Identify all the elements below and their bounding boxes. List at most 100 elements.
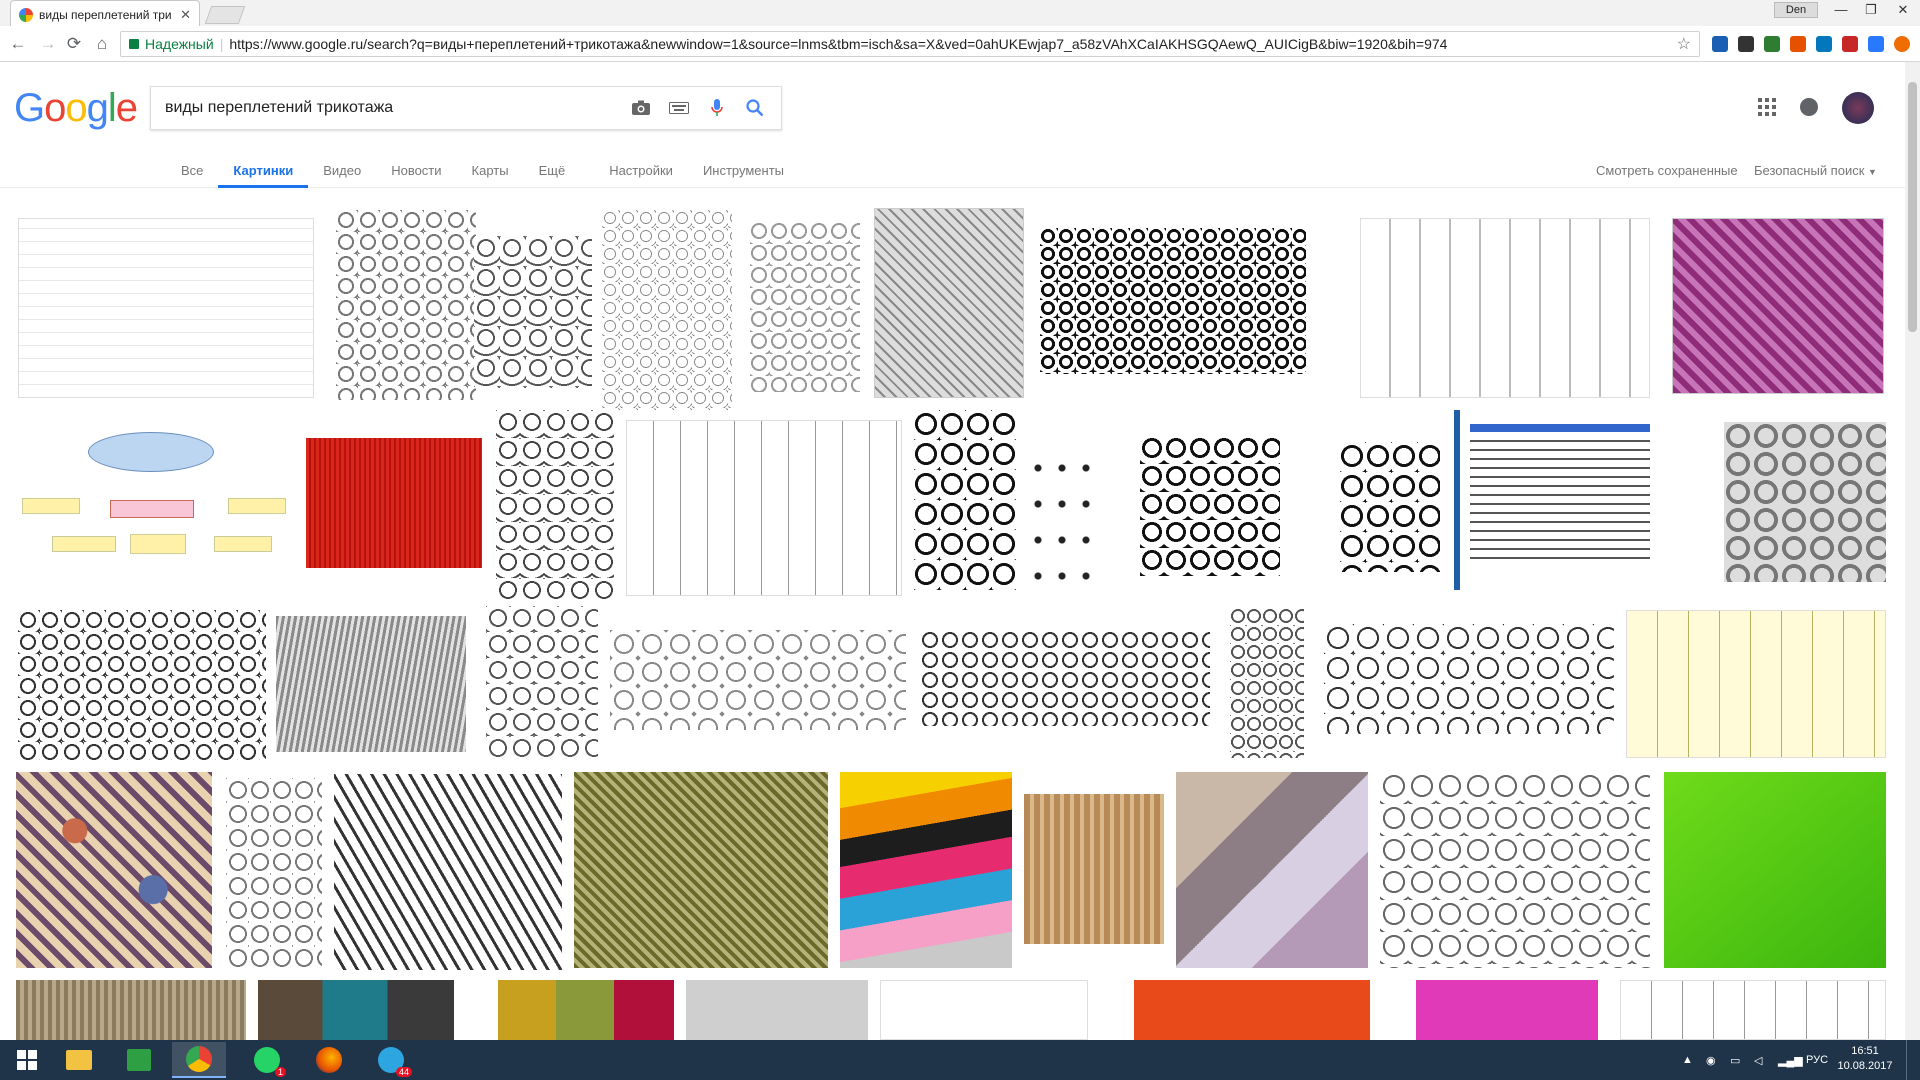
extension-triangle-icon[interactable] [1764, 36, 1780, 52]
extension-shield-icon[interactable] [1738, 36, 1754, 52]
camera-icon[interactable] [629, 96, 653, 120]
image-result-knit-drawing[interactable] [474, 236, 592, 388]
image-result-red-knit[interactable] [306, 438, 482, 568]
tab-news[interactable]: Новости [376, 154, 456, 188]
microphone-icon[interactable] [705, 96, 729, 120]
image-result-paisley-fabric[interactable] [16, 772, 212, 968]
restore-icon[interactable]: ❐ [1856, 0, 1886, 20]
home-icon[interactable]: ⌂ [92, 34, 112, 54]
image-result-yellow-diagram[interactable] [1626, 610, 1886, 758]
scrollbar-thumb[interactable] [1908, 82, 1917, 332]
image-result-pink-fabric[interactable] [1416, 980, 1598, 1040]
image-result-knit-photo[interactable] [16, 980, 246, 1040]
image-result-knit-drawing[interactable] [750, 222, 860, 392]
tray-signal-icon[interactable]: ▂▄▆ [1778, 1040, 1803, 1080]
extension-v-icon[interactable] [1712, 36, 1728, 52]
image-result-knit-drawing[interactable] [602, 210, 732, 410]
image-result-knit-drawing[interactable] [496, 410, 614, 600]
extension-gift-icon[interactable] [1842, 36, 1858, 52]
keyboard-icon[interactable] [667, 96, 691, 120]
image-result-tree-diagram[interactable] [18, 218, 314, 398]
image-result-metal-mesh[interactable] [276, 616, 466, 752]
tab-settings[interactable]: Настройки [594, 154, 688, 188]
tab-maps[interactable]: Карты [457, 154, 524, 188]
image-result-knit-drawing[interactable] [1324, 624, 1614, 734]
search-icon[interactable] [743, 96, 767, 120]
extension-s-icon[interactable] [1816, 36, 1832, 52]
show-desktop-button[interactable] [1906, 1040, 1914, 1080]
tray-up-arrow-icon[interactable]: ▲ [1682, 1040, 1693, 1080]
close-tab-icon[interactable]: ✕ [180, 7, 191, 23]
image-result-knit-photo[interactable] [874, 208, 1024, 398]
minimize-icon[interactable]: — [1826, 0, 1856, 20]
image-result-text-slide[interactable] [1454, 410, 1670, 590]
google-logo[interactable]: Google [14, 86, 138, 131]
image-result-knit-drawing[interactable] [1140, 436, 1280, 576]
browser-tab[interactable]: виды переплетений три ✕ [10, 0, 200, 28]
back-icon[interactable]: ← [8, 34, 28, 54]
image-result-knit-drawing[interactable] [334, 774, 562, 970]
image-result-knit-drawing[interactable] [336, 210, 476, 400]
search-input[interactable] [165, 99, 615, 117]
image-result-mindmap[interactable] [18, 430, 288, 588]
image-result-fabric-patterns[interactable] [1672, 218, 1884, 394]
image-result-classification-tree[interactable] [1620, 980, 1886, 1040]
bookmark-star-icon[interactable]: ☆ [1677, 34, 1691, 54]
tray-network-icon[interactable]: ◉ [1706, 1040, 1716, 1080]
tray-monitor-icon[interactable]: ▭ [1730, 1040, 1740, 1080]
image-result-knit-drawing[interactable] [226, 778, 322, 968]
tab-images[interactable]: Картинки [218, 154, 309, 188]
image-result-knit-drawing[interactable] [914, 410, 1016, 590]
image-result-fabric-samples[interactable] [498, 980, 674, 1040]
image-result-classification-table[interactable] [1360, 218, 1650, 398]
close-window-icon[interactable]: ✕ [1888, 0, 1918, 20]
notifications-icon[interactable] [1800, 98, 1818, 116]
image-result-knit-drawing[interactable] [920, 630, 1210, 726]
image-result-plated-knit[interactable] [1724, 422, 1886, 582]
image-result-beige-knit[interactable] [1024, 794, 1164, 944]
address-bar[interactable]: Надежный | https://www.google.ru/search?… [120, 31, 1700, 57]
firefox-icon[interactable] [302, 1042, 356, 1078]
image-result-dot-diagram[interactable] [1026, 450, 1106, 580]
store-icon[interactable] [112, 1042, 166, 1078]
image-result-colored-fabrics[interactable] [840, 772, 1012, 968]
image-result-classification-tree[interactable] [626, 420, 902, 596]
tab-all[interactable]: Все [166, 154, 218, 188]
image-result-fabric-pile[interactable] [1176, 772, 1368, 968]
tab-tools[interactable]: Инструменты [688, 154, 799, 188]
taskbar-clock[interactable]: 16:51 10.08.2017 [1825, 1044, 1905, 1074]
image-result-knit-drawing[interactable] [1040, 228, 1306, 374]
image-result-gray-fabric[interactable] [686, 980, 868, 1040]
image-result-orange-knit[interactable] [1134, 980, 1370, 1040]
image-result-fabric-samples[interactable] [258, 980, 454, 1040]
file-explorer-icon[interactable] [52, 1042, 106, 1078]
extension-cloud-icon[interactable] [1868, 36, 1884, 52]
image-result-knit-drawing[interactable] [610, 630, 906, 730]
avatar[interactable] [1842, 92, 1874, 124]
apps-grid-icon[interactable] [1758, 98, 1776, 116]
safe-search-link[interactable]: Безопасный поиск ▼ [1754, 154, 1877, 188]
windows-start-icon[interactable] [0, 1042, 54, 1078]
image-result-olive-knit[interactable] [574, 772, 828, 968]
extension-bag-icon[interactable] [1790, 36, 1806, 52]
image-result-knit-drawing[interactable] [18, 610, 266, 760]
image-result-text-slide[interactable] [880, 980, 1088, 1040]
profile-badge[interactable]: Den [1774, 2, 1818, 18]
tab-more[interactable]: Ещё [524, 154, 581, 188]
saved-images-link[interactable]: Смотреть сохраненные [1596, 154, 1738, 188]
image-result-knit-drawing[interactable] [1230, 608, 1304, 758]
extension-power-icon[interactable] [1894, 36, 1910, 52]
whatsapp-icon[interactable]: 1 [240, 1042, 294, 1078]
new-tab-button[interactable] [204, 6, 246, 24]
tab-video[interactable]: Видео [308, 154, 376, 188]
url-text[interactable]: https://www.google.ru/search?q=виды+пере… [229, 36, 1670, 52]
chrome-taskbar-icon[interactable] [172, 1042, 226, 1078]
image-result-green-fabric[interactable] [1664, 772, 1886, 968]
forward-icon[interactable]: → [38, 34, 58, 54]
image-result-knit-drawing[interactable] [1340, 442, 1440, 572]
image-result-knit-drawing[interactable] [1380, 772, 1650, 968]
page-scrollbar[interactable] [1905, 62, 1920, 1040]
image-result-knit-drawing[interactable] [486, 606, 598, 758]
telegram-icon[interactable]: 44 [364, 1042, 418, 1078]
tray-volume-icon[interactable]: ◁ [1754, 1040, 1762, 1080]
